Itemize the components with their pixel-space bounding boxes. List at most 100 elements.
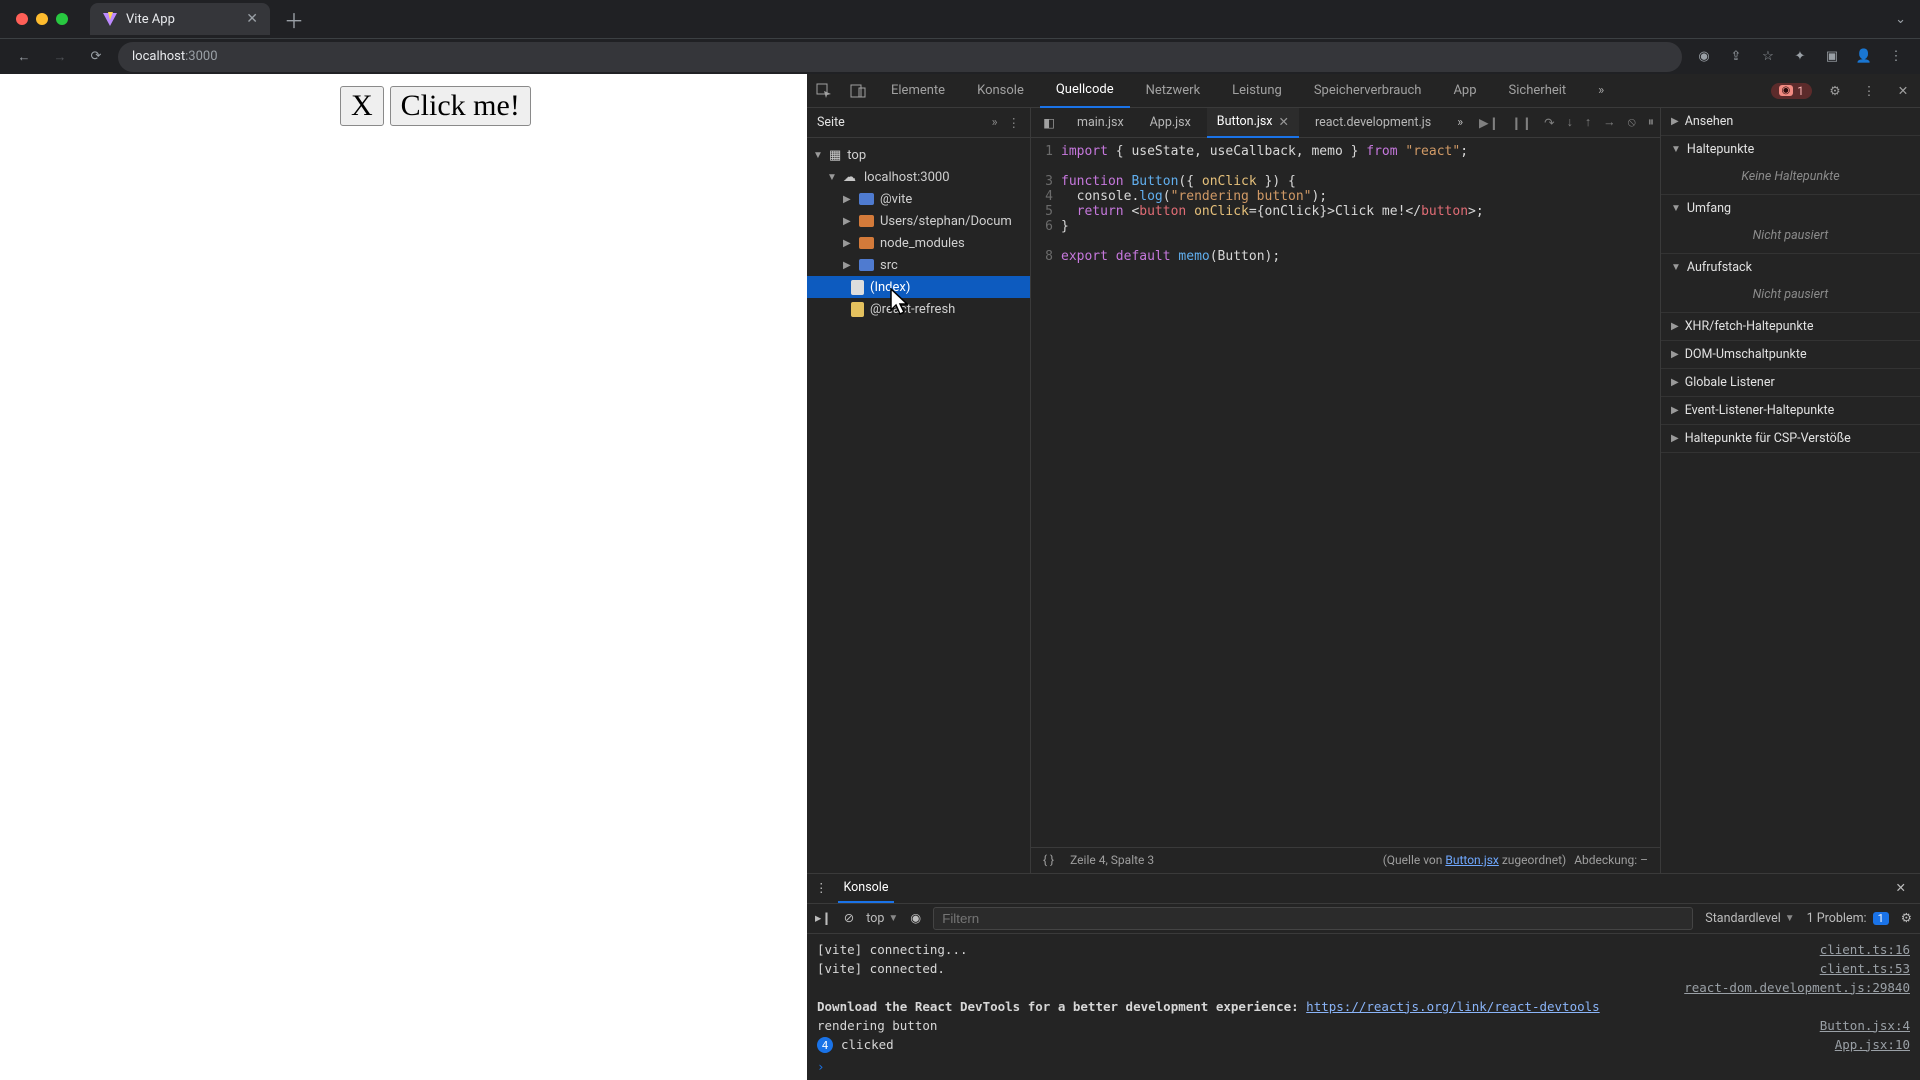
format-icon[interactable]: { } xyxy=(1043,853,1054,867)
play-icon[interactable]: ▶❙ xyxy=(1479,115,1499,131)
navigator-overflow-icon[interactable]: » xyxy=(992,115,998,131)
tree-folder-users[interactable]: ▶Users/stephan/Docum xyxy=(807,210,1030,232)
log-source-link[interactable]: react-dom.development.js:29840 xyxy=(1684,980,1910,995)
console-eye-icon[interactable]: ◉ xyxy=(910,910,921,926)
tree-origin[interactable]: ▼☁localhost:3000 xyxy=(807,166,1030,188)
rendered-page: X Click me! xyxy=(0,74,807,1080)
console-clear-icon[interactable]: ⊘ xyxy=(844,910,854,926)
section-xhr[interactable]: ▶XHR/fetch-Haltepunkte xyxy=(1661,313,1920,340)
x-button[interactable]: X xyxy=(340,86,384,126)
reload-button[interactable]: ⟳ xyxy=(82,43,110,71)
menu-icon[interactable]: ⋮ xyxy=(1882,43,1910,71)
drawer-close-icon[interactable]: ✕ xyxy=(1890,880,1912,896)
step-icon[interactable]: → xyxy=(1603,115,1616,131)
drawer-tab-console[interactable]: Konsole xyxy=(838,873,895,903)
browser-tab[interactable]: Vite App ✕ xyxy=(90,3,270,35)
tree-folder-node-modules[interactable]: ▶node_modules xyxy=(807,232,1030,254)
sync-icon[interactable]: ◉ xyxy=(1690,43,1718,71)
file-icon xyxy=(851,302,864,317)
console-level[interactable]: Standardlevel▼ xyxy=(1705,911,1794,926)
bookmark-icon[interactable]: ☆ xyxy=(1754,43,1782,71)
extensions-icon[interactable]: ✦ xyxy=(1786,43,1814,71)
console-prompt[interactable]: › xyxy=(817,1055,1910,1074)
profile-icon[interactable]: 👤 xyxy=(1850,43,1878,71)
tab-memory[interactable]: Speicherverbrauch xyxy=(1298,74,1438,108)
code-view[interactable]: 1 3 4 5 6 8 import { useState, useCallba… xyxy=(1031,138,1660,847)
share-icon[interactable]: ⇪ xyxy=(1722,43,1750,71)
console-sidebar-icon[interactable]: ▸❙ xyxy=(815,910,832,926)
editor-tab-overflow-icon[interactable]: » xyxy=(1447,108,1473,138)
step-out-icon[interactable]: ↑ xyxy=(1585,115,1591,131)
section-watch[interactable]: ▶Ansehen xyxy=(1661,108,1920,135)
step-into-icon[interactable]: ↓ xyxy=(1567,115,1573,131)
editor-tab-main[interactable]: main.jsx xyxy=(1067,108,1134,138)
breakpoints-empty: Keine Haltepunkte xyxy=(1661,163,1920,194)
tree-folder-vite[interactable]: ▶@vite xyxy=(807,188,1030,210)
drawer-menu-icon[interactable]: ⋮ xyxy=(815,880,828,896)
log-row: [vite] connected.client.ts:53 xyxy=(817,959,1910,978)
window-icon: ▦ xyxy=(829,148,841,163)
deactivate-bp-icon[interactable]: ⦸ xyxy=(1628,115,1636,131)
inspect-element-icon[interactable] xyxy=(807,74,841,108)
log-source-link[interactable]: client.ts:16 xyxy=(1820,942,1910,957)
editor-nav-icon[interactable]: ◧ xyxy=(1037,106,1061,140)
tab-performance[interactable]: Leistung xyxy=(1216,74,1298,108)
tab-overflow-icon[interactable]: » xyxy=(1582,74,1620,108)
new-tab-button[interactable]: ＋ xyxy=(270,5,318,34)
devtools-menu-icon[interactable]: ⋮ xyxy=(1852,74,1886,108)
navigator-site-tab[interactable]: Seite xyxy=(817,115,845,130)
click-me-button[interactable]: Click me! xyxy=(390,86,531,126)
section-dom[interactable]: ▶DOM-Umschaltpunkte xyxy=(1661,341,1920,368)
minimize-window-icon[interactable] xyxy=(36,13,48,25)
pause-icon[interactable]: ❙❙ xyxy=(1511,115,1532,131)
problem-count-badge: 1 xyxy=(1873,912,1889,925)
console-problems[interactable]: 1 Problem: 1 xyxy=(1807,911,1889,926)
close-window-icon[interactable] xyxy=(16,13,28,25)
tree-file-index[interactable]: (Index) xyxy=(807,276,1030,298)
log-source-link[interactable]: App.jsx:10 xyxy=(1835,1037,1910,1054)
tab-sources[interactable]: Quellcode xyxy=(1040,74,1130,108)
folder-icon xyxy=(859,193,874,205)
sources-navigator: Seite » ⋮ ▼▦top ▼☁localhost:3000 ▶@vite … xyxy=(807,108,1031,873)
error-badge[interactable]: ◉1 xyxy=(1771,83,1812,99)
pause-exception-icon[interactable]: ⏸ xyxy=(1648,115,1654,131)
tree-file-react-refresh[interactable]: @react-refresh xyxy=(807,298,1030,320)
close-icon[interactable]: ✕ xyxy=(1279,114,1289,130)
editor-tab-app[interactable]: App.jsx xyxy=(1140,108,1201,138)
tab-close-icon[interactable]: ✕ xyxy=(246,11,258,27)
forward-button[interactable]: → xyxy=(46,43,74,71)
editor-tab-react-dev[interactable]: react.development.js xyxy=(1305,108,1441,138)
tree-folder-src[interactable]: ▶src xyxy=(807,254,1030,276)
navigator-menu-icon[interactable]: ⋮ xyxy=(1008,115,1021,131)
react-devtools-link[interactable]: https://reactjs.org/link/react-devtools xyxy=(1306,999,1600,1014)
tab-app[interactable]: App xyxy=(1437,74,1492,108)
section-event[interactable]: ▶Event-Listener-Haltepunkte xyxy=(1661,397,1920,424)
console-context[interactable]: top▼ xyxy=(866,911,898,926)
section-breakpoints[interactable]: ▼Haltepunkte xyxy=(1661,136,1920,163)
section-csp[interactable]: ▶Haltepunkte für CSP-Verstöße xyxy=(1661,425,1920,452)
section-callstack[interactable]: ▼Aufrufstack xyxy=(1661,254,1920,281)
device-toolbar-icon[interactable] xyxy=(841,74,875,108)
log-source-link[interactable]: Button.jsx:4 xyxy=(1820,1018,1910,1033)
url-field[interactable]: localhost:3000 xyxy=(118,42,1682,72)
tab-security[interactable]: Sicherheit xyxy=(1493,74,1583,108)
tab-network[interactable]: Netzwerk xyxy=(1130,74,1217,108)
devtools-close-icon[interactable]: ✕ xyxy=(1886,74,1920,108)
settings-icon[interactable]: ⚙ xyxy=(1818,74,1852,108)
log-row: Download the React DevTools for a better… xyxy=(817,997,1910,1016)
section-global[interactable]: ▶Globale Listener xyxy=(1661,369,1920,396)
console-settings-icon[interactable]: ⚙ xyxy=(1901,910,1912,926)
tab-elements[interactable]: Elemente xyxy=(875,74,961,108)
editor-tab-button[interactable]: Button.jsx✕ xyxy=(1207,108,1299,138)
console-filter-input[interactable] xyxy=(933,907,1693,930)
panel-icon[interactable]: ▣ xyxy=(1818,43,1846,71)
tab-overflow-icon[interactable]: ⌄ xyxy=(1881,12,1920,27)
section-scope[interactable]: ▼Umfang xyxy=(1661,195,1920,222)
log-source-link[interactable]: client.ts:53 xyxy=(1820,961,1910,976)
maximize-window-icon[interactable] xyxy=(56,13,68,25)
source-map-link[interactable]: Button.jsx xyxy=(1445,853,1498,867)
step-over-icon[interactable]: ↷ xyxy=(1544,115,1554,131)
tab-console[interactable]: Konsole xyxy=(961,74,1040,108)
tree-top[interactable]: ▼▦top xyxy=(807,144,1030,166)
back-button[interactable]: ← xyxy=(10,43,38,71)
